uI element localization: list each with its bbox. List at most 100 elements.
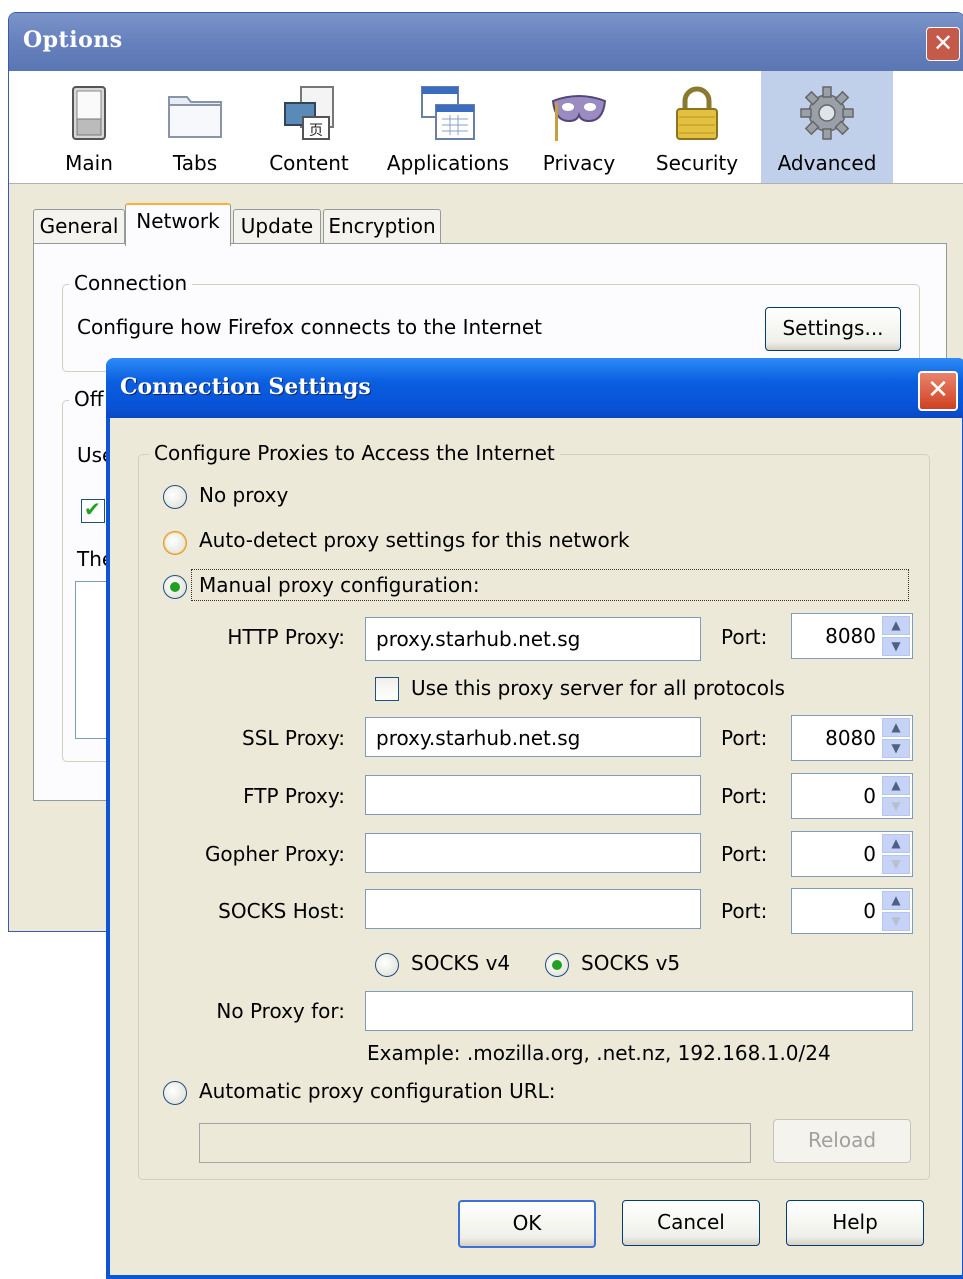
- spin-up-icon[interactable]: ▲: [882, 718, 910, 737]
- auto-detect-label[interactable]: Auto-detect proxy settings for this netw…: [199, 528, 630, 552]
- ssl-port-label: Port:: [721, 726, 768, 750]
- pane-advanced[interactable]: Advanced: [761, 71, 893, 183]
- help-button-label: Help: [832, 1210, 878, 1234]
- ftp-port-stepper[interactable]: 0 ▲ ▼: [791, 773, 913, 819]
- pane-security-label: Security: [655, 151, 739, 175]
- socks-host-input[interactable]: [365, 889, 701, 929]
- settings-button[interactable]: Settings...: [765, 307, 901, 351]
- manual-proxy-radio[interactable]: [163, 575, 187, 599]
- spin-down-icon[interactable]: ▼: [882, 637, 910, 656]
- connection-description: Configure how Firefox connects to the In…: [77, 315, 542, 339]
- http-port-value: 8080: [825, 624, 876, 648]
- reload-button[interactable]: Reload: [773, 1119, 911, 1163]
- svg-text:页: 页: [309, 123, 323, 139]
- settings-button-label: Settings...: [782, 316, 884, 340]
- padlock-icon: [676, 86, 718, 140]
- proxy-group-legend: Configure Proxies to Access the Internet: [149, 441, 560, 465]
- ok-button-label: OK: [512, 1211, 542, 1235]
- ftp-port-value: 0: [863, 784, 876, 808]
- content-icon: 页: [284, 86, 334, 140]
- ok-button[interactable]: OK: [458, 1200, 596, 1248]
- tab-network[interactable]: Network: [125, 203, 231, 246]
- offline-checkbox[interactable]: ✔: [81, 497, 105, 523]
- pane-content[interactable]: 页 Content: [259, 71, 359, 183]
- use-all-protocols-label[interactable]: Use this proxy server for all protocols: [411, 676, 785, 700]
- proxy-group: Configure Proxies to Access the Internet…: [138, 441, 930, 1180]
- spin-up-icon[interactable]: ▲: [882, 616, 910, 635]
- pane-privacy[interactable]: Privacy: [537, 71, 621, 183]
- spin-down-icon[interactable]: ▼: [882, 797, 910, 816]
- close-icon: ✕: [927, 375, 949, 405]
- connection-settings-close-button[interactable]: ✕: [918, 371, 958, 411]
- gopher-port-label: Port:: [721, 842, 768, 866]
- close-icon: ✕: [932, 29, 954, 57]
- gopher-port-value: 0: [863, 842, 876, 866]
- help-button[interactable]: Help: [786, 1200, 924, 1246]
- pane-main[interactable]: Main: [49, 71, 129, 183]
- no-proxy-example: Example: .mozilla.org, .net.nz, 192.168.…: [367, 1041, 831, 1065]
- http-proxy-label: HTTP Proxy:: [227, 625, 345, 649]
- gopher-port-stepper[interactable]: 0 ▲ ▼: [791, 831, 913, 877]
- socks-v5-label[interactable]: SOCKS v5: [581, 951, 680, 975]
- auto-url-radio[interactable]: [163, 1081, 187, 1105]
- spin-down-icon[interactable]: ▼: [882, 855, 910, 874]
- tab-general[interactable]: General: [33, 209, 125, 244]
- radio-dot: [552, 960, 562, 970]
- ssl-port-stepper[interactable]: 8080 ▲ ▼: [791, 715, 913, 761]
- no-proxy-radio[interactable]: [163, 485, 187, 509]
- socks-port-value: 0: [863, 899, 876, 923]
- applications-icon: [421, 86, 475, 140]
- gopher-proxy-input[interactable]: [365, 833, 701, 873]
- ssl-proxy-input[interactable]: proxy.starhub.net.sg: [365, 717, 701, 757]
- pane-applications[interactable]: Applications: [383, 71, 513, 183]
- tab-network-label: Network: [136, 209, 220, 233]
- connection-settings-titlebar[interactable]: Connection Settings ✕: [106, 358, 963, 418]
- cancel-button-label: Cancel: [657, 1210, 725, 1234]
- use-all-protocols-checkbox[interactable]: [375, 677, 399, 701]
- pane-tabs-label: Tabs: [172, 151, 218, 175]
- socks-v4-radio[interactable]: [375, 953, 399, 977]
- connection-settings-title: Connection Settings: [120, 374, 371, 400]
- socks-port-stepper[interactable]: 0 ▲ ▼: [791, 888, 913, 934]
- ftp-proxy-input[interactable]: [365, 775, 701, 815]
- tab-update-label: Update: [240, 214, 314, 238]
- socks-port-label: Port:: [721, 899, 768, 923]
- spin-down-icon[interactable]: ▼: [882, 912, 910, 931]
- socks-v5-radio[interactable]: [545, 953, 569, 977]
- no-proxy-for-input[interactable]: [365, 991, 913, 1031]
- no-proxy-label[interactable]: No proxy: [199, 483, 288, 507]
- pane-security[interactable]: Security: [649, 71, 745, 183]
- gopher-proxy-label: Gopher Proxy:: [204, 842, 345, 866]
- gear-icon: [800, 86, 854, 140]
- checkmark-icon: ✔: [84, 497, 101, 521]
- options-close-button[interactable]: ✕: [926, 27, 960, 61]
- auto-url-label[interactable]: Automatic proxy configuration URL:: [199, 1079, 556, 1103]
- pane-privacy-label: Privacy: [542, 151, 616, 175]
- auto-url-input[interactable]: [199, 1123, 751, 1163]
- radio-dot: [170, 582, 180, 592]
- http-port-label: Port:: [721, 625, 768, 649]
- http-port-stepper[interactable]: 8080 ▲ ▼: [791, 613, 913, 659]
- tab-general-label: General: [39, 214, 119, 238]
- socks-host-label: SOCKS Host:: [218, 899, 345, 923]
- mask-icon: [551, 95, 607, 141]
- pane-advanced-label: Advanced: [777, 151, 877, 175]
- pane-tabs[interactable]: Tabs: [155, 71, 235, 183]
- tab-encryption-label: Encryption: [328, 214, 436, 238]
- pane-content-label: Content: [269, 151, 349, 175]
- spin-up-icon[interactable]: ▲: [882, 776, 910, 795]
- ftp-proxy-label: FTP Proxy:: [243, 784, 345, 808]
- socks-v4-label[interactable]: SOCKS v4: [411, 951, 510, 975]
- cancel-button[interactable]: Cancel: [622, 1200, 760, 1246]
- tab-update[interactable]: Update: [233, 209, 321, 244]
- spin-up-icon[interactable]: ▲: [882, 891, 910, 910]
- pane-toolbar: Main Tabs 页 Content Applications Privacy…: [9, 71, 963, 184]
- spin-up-icon[interactable]: ▲: [882, 834, 910, 853]
- auto-detect-radio[interactable]: [163, 531, 187, 555]
- spin-down-icon[interactable]: ▼: [882, 739, 910, 758]
- tab-encryption[interactable]: Encryption: [323, 209, 441, 244]
- http-proxy-input[interactable]: proxy.starhub.net.sg: [365, 617, 701, 661]
- manual-proxy-label[interactable]: Manual proxy configuration:: [199, 573, 480, 597]
- options-titlebar[interactable]: Options ✕: [9, 13, 963, 71]
- folder-tabs-icon: [168, 96, 222, 138]
